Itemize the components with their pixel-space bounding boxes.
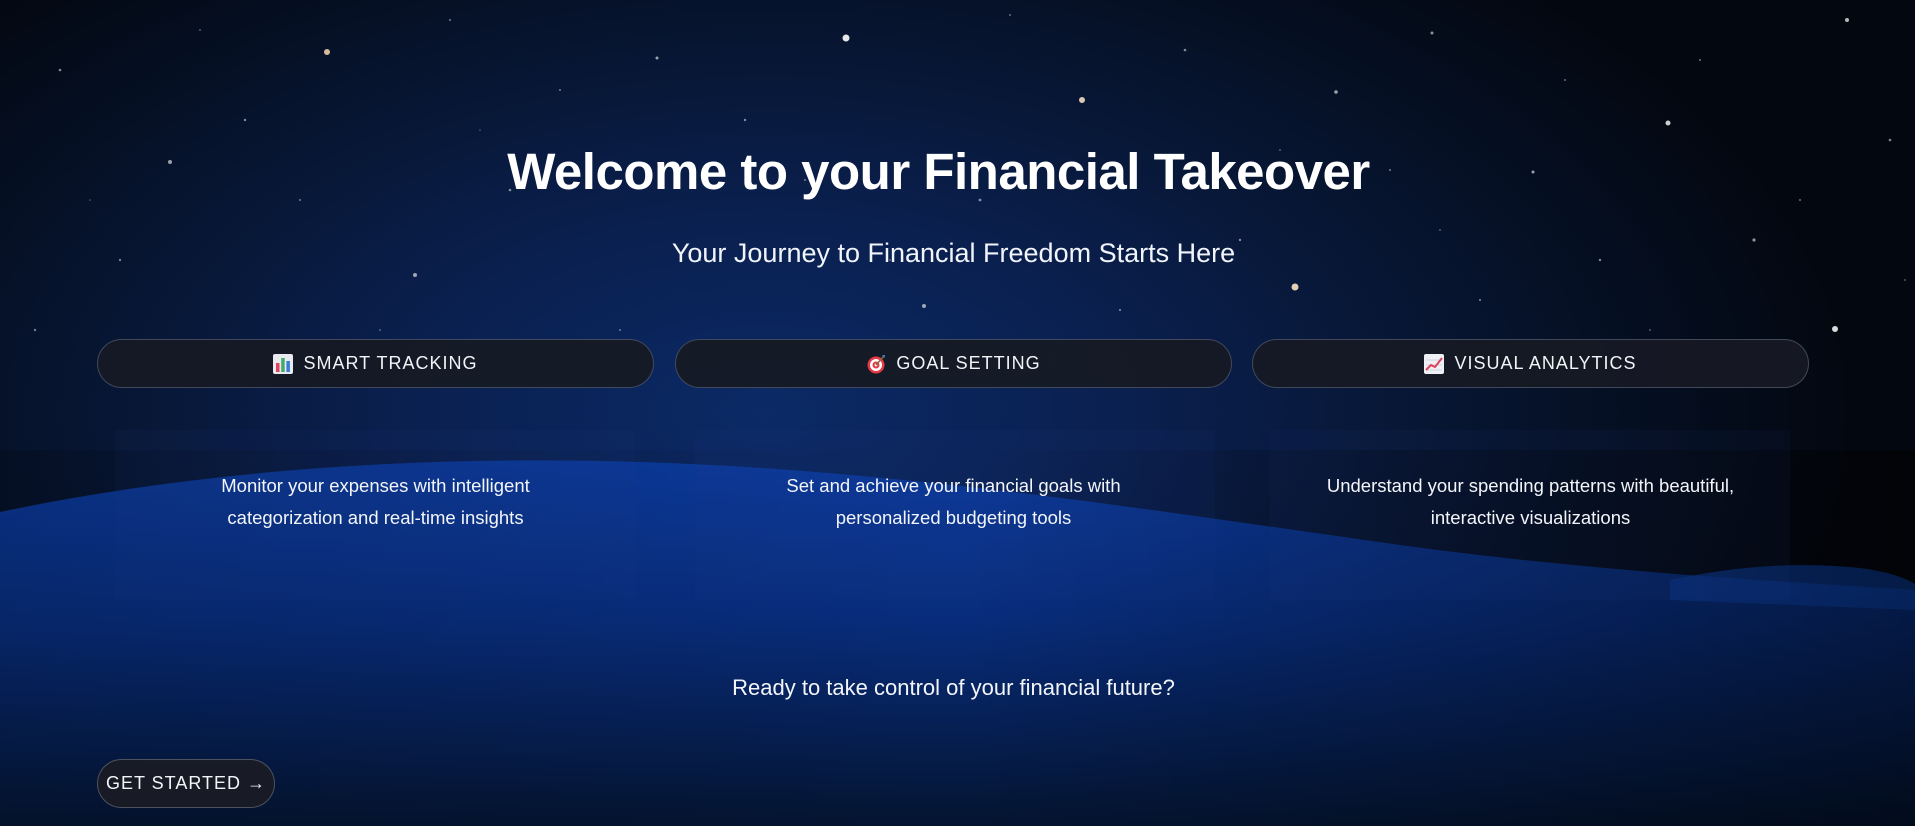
smart-tracking-label: SMART TRACKING: [303, 353, 478, 373]
hero-section: Welcome to your Financial Takeover Your …: [0, 0, 1915, 826]
goal-setting-label: GOAL SETTING: [896, 353, 1041, 373]
smart-tracking-description-line1: Monitor your expenses with intelligent: [221, 475, 530, 496]
visual-analytics-description-line2: interactive visualizations: [1430, 507, 1631, 528]
smart-tracking-description: Monitor your expenses with intelligent c…: [97, 470, 654, 534]
visual-analytics-button[interactable]: VISUAL ANALYTICS: [1252, 339, 1809, 388]
goal-setting-button[interactable]: GOAL SETTING: [675, 339, 1232, 388]
bar-chart-icon: [273, 353, 294, 374]
page-title: Welcome to your Financial Takeover: [507, 143, 1370, 200]
cta-prompt: Ready to take control of your financial …: [732, 675, 1175, 700]
goal-setting-description-line2: personalized budgeting tools: [835, 507, 1072, 528]
get-started-button[interactable]: GET STARTED →: [97, 759, 275, 808]
chart-increasing-icon: [1424, 353, 1445, 374]
page-subtitle: Your Journey to Financial Freedom Starts…: [671, 238, 1236, 268]
visual-analytics-label: VISUAL ANALYTICS: [1454, 353, 1637, 373]
goal-setting-description: Set and achieve your financial goals wit…: [675, 470, 1232, 534]
target-icon: [866, 354, 886, 374]
visual-analytics-description-line1: Understand your spending patterns with b…: [1326, 475, 1735, 496]
smart-tracking-button[interactable]: SMART TRACKING: [97, 339, 654, 388]
visual-analytics-description: Understand your spending patterns with b…: [1252, 470, 1809, 534]
smart-tracking-description-line2: categorization and real-time insights: [227, 507, 524, 528]
goal-setting-description-line1: Set and achieve your financial goals wit…: [786, 475, 1121, 496]
